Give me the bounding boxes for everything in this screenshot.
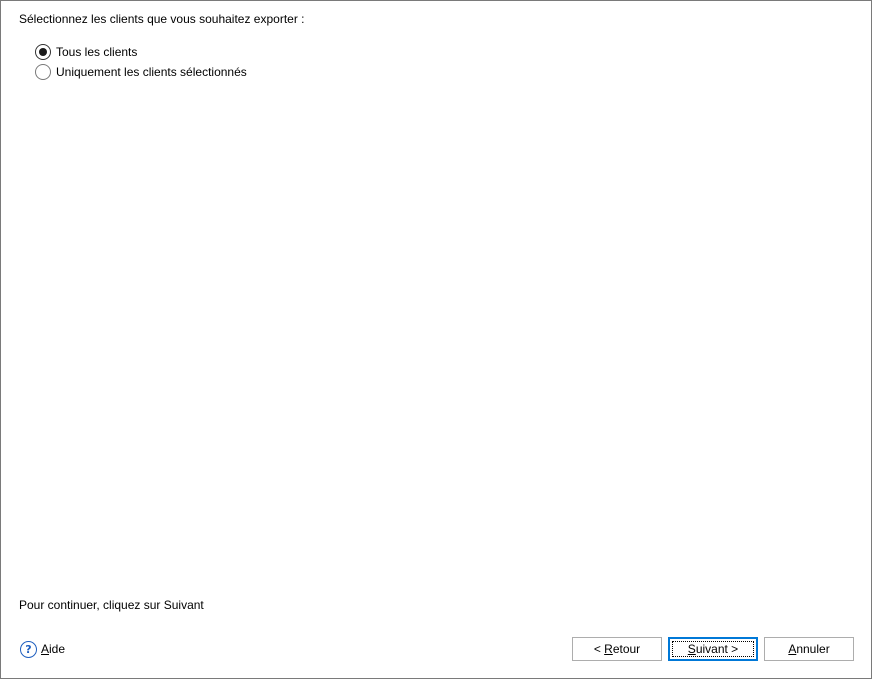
instruction-text: Sélectionnez les clients que vous souhai… — [19, 12, 305, 26]
radio-unchecked-icon[interactable] — [35, 64, 51, 80]
back-mnemonic: R — [604, 642, 613, 656]
next-button[interactable]: Suivant > — [668, 637, 758, 661]
back-prefix: < — [593, 642, 605, 656]
cancel-rest: nnuler — [796, 642, 830, 656]
radio-selected-clients-label[interactable]: Uniquement les clients sélectionnés — [56, 65, 247, 79]
radio-all-clients[interactable]: Tous les clients — [35, 43, 137, 61]
help-label-rest: ide — [49, 642, 66, 656]
radio-checked-icon[interactable] — [35, 44, 51, 60]
continue-hint: Pour continuer, cliquez sur Suivant — [19, 598, 204, 612]
help-mnemonic: A — [41, 642, 50, 656]
back-button[interactable]: < Retour — [572, 637, 662, 661]
radio-all-clients-label[interactable]: Tous les clients — [56, 45, 137, 59]
help-icon[interactable]: ? — [20, 640, 37, 658]
help-label[interactable]: Aide — [41, 642, 65, 656]
radio-selected-clients[interactable]: Uniquement les clients sélectionnés — [35, 63, 247, 81]
help-link[interactable]: ? Aide — [20, 640, 65, 658]
cancel-mnemonic: A — [788, 642, 797, 656]
focus-rectangle — [672, 641, 754, 657]
cancel-button[interactable]: Annuler — [764, 637, 854, 661]
back-rest: etour — [612, 642, 641, 656]
radio-dot — [39, 48, 47, 56]
export-wizard-window: Sélectionnez les clients que vous souhai… — [0, 0, 872, 679]
